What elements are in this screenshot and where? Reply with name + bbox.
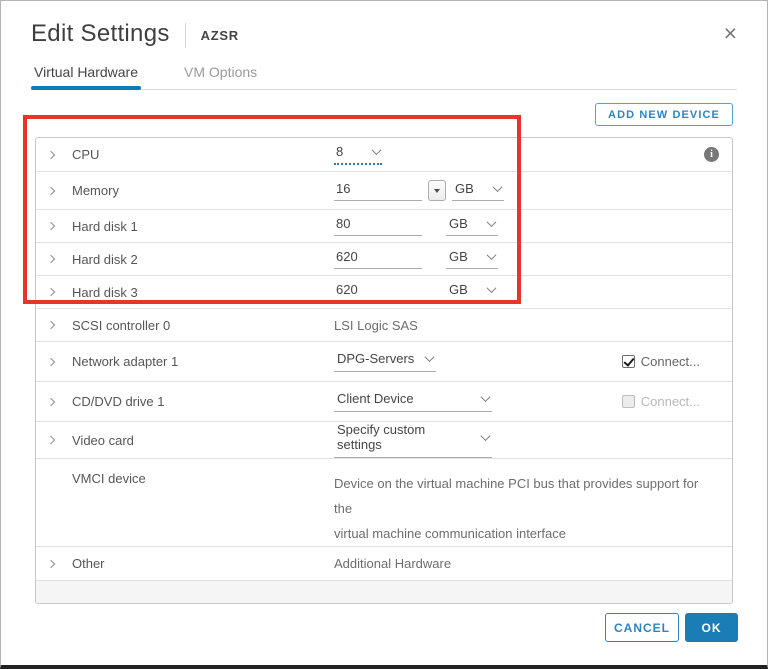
row-label: SCSI controller 0 — [72, 317, 171, 333]
unit-value: GB — [449, 216, 468, 231]
cd-dvd-value: Client Device — [337, 391, 414, 406]
row-hard-disk-2: Hard disk 2 GB — [36, 242, 732, 275]
hard-disk-2-size-input[interactable] — [334, 249, 422, 269]
close-icon[interactable]: × — [724, 21, 737, 45]
vmci-description-line-2: virtual machine communication interface — [334, 526, 566, 541]
network-connect-checkbox[interactable] — [621, 355, 635, 368]
hard-disk-2-unit-select[interactable]: GB — [446, 249, 498, 269]
row-other: Other Additional Hardware — [36, 546, 732, 580]
tab-virtual-hardware[interactable]: Virtual Hardware — [31, 61, 142, 90]
expand-chevron-icon[interactable] — [46, 186, 72, 195]
toolbar: ADD NEW DEVICE — [35, 103, 733, 126]
row-cpu: CPU 8 i — [36, 138, 732, 171]
connect-label: Connect... — [640, 354, 700, 369]
video-card-value: Specify custom settings — [337, 422, 426, 452]
add-new-device-button[interactable]: ADD NEW DEVICE — [595, 103, 733, 126]
memory-unit-select[interactable]: GB — [452, 181, 504, 201]
dialog-footer: CANCEL OK — [1, 613, 767, 665]
memory-size-input[interactable] — [334, 180, 422, 201]
row-label: Hard disk 2 — [72, 251, 138, 267]
chevron-down-icon — [480, 392, 491, 403]
chevron-down-icon — [371, 145, 382, 156]
hard-disk-3-size-input[interactable] — [334, 282, 422, 302]
chevron-down-icon — [480, 430, 491, 441]
connect-label: Connect... — [640, 394, 700, 409]
cpu-count-value: 8 — [336, 144, 344, 159]
expand-chevron-icon[interactable] — [46, 221, 72, 231]
chevron-down-icon — [492, 181, 503, 192]
row-scsi-controller: SCSI controller 0 LSI Logic SAS — [36, 308, 732, 341]
triangle-down-icon — [434, 188, 440, 193]
ok-button[interactable]: OK — [685, 613, 738, 642]
cancel-button[interactable]: CANCEL — [605, 613, 679, 642]
memory-stepper-button[interactable] — [428, 180, 446, 201]
dialog-title: Edit Settings — [31, 20, 170, 47]
hard-disk-1-size-input[interactable] — [334, 216, 422, 236]
video-card-select[interactable]: Specify custom settings — [334, 422, 492, 458]
row-network-adapter: Network adapter 1 DPG-Servers Connect... — [36, 341, 732, 381]
other-value: Additional Hardware — [334, 556, 452, 571]
expand-chevron-icon[interactable] — [46, 150, 72, 159]
hard-disk-3-unit-select[interactable]: GB — [446, 282, 498, 302]
chevron-down-icon — [486, 217, 497, 228]
chevron-down-icon — [486, 250, 497, 261]
cd-dvd-connect-checkbox — [621, 395, 635, 408]
row-vmci-device: VMCI device Device on the virtual machin… — [36, 458, 732, 546]
expand-chevron-icon[interactable] — [46, 320, 72, 330]
tab-vm-options[interactable]: VM Options — [181, 61, 260, 89]
unit-value: GB — [449, 282, 468, 297]
network-value: DPG-Servers — [337, 351, 415, 366]
cd-dvd-connect-group: Connect... — [621, 394, 700, 409]
row-label: Memory — [72, 183, 119, 198]
hardware-table: CPU 8 i Memory GB — [35, 137, 733, 604]
expand-chevron-icon[interactable] — [46, 357, 72, 366]
cd-dvd-select[interactable]: Client Device — [334, 391, 492, 412]
row-label: Other — [72, 556, 105, 571]
expand-chevron-icon[interactable] — [46, 397, 72, 406]
row-label: Hard disk 3 — [72, 284, 138, 300]
vm-name: AZSR — [200, 28, 239, 43]
row-label: CPU — [72, 147, 100, 162]
network-connect-group: Connect... — [621, 354, 700, 369]
memory-unit-value: GB — [455, 180, 474, 196]
table-footer-strip — [36, 580, 732, 603]
expand-chevron-icon[interactable] — [46, 435, 72, 445]
row-hard-disk-1: Hard disk 1 GB — [36, 209, 732, 242]
title-divider — [184, 22, 186, 48]
network-select[interactable]: DPG-Servers — [334, 351, 436, 372]
expand-chevron-icon[interactable] — [46, 559, 72, 568]
expand-chevron-icon[interactable] — [46, 287, 72, 297]
row-label: Hard disk 1 — [72, 218, 138, 234]
row-label: Video card — [72, 432, 134, 448]
row-label: CD/DVD drive 1 — [72, 394, 165, 409]
cpu-count-select[interactable]: 8 — [334, 144, 382, 165]
row-hard-disk-3: Hard disk 3 GB — [36, 275, 732, 308]
unit-value: GB — [449, 249, 468, 264]
row-label: VMCI device — [72, 471, 146, 486]
chevron-down-icon — [424, 352, 435, 363]
info-icon[interactable]: i — [704, 147, 719, 162]
chevron-down-icon — [486, 283, 497, 294]
hard-disk-1-unit-select[interactable]: GB — [446, 216, 498, 236]
scsi-controller-type: LSI Logic SAS — [334, 317, 418, 333]
vmci-description: Device on the virtual machine PCI bus th… — [334, 471, 714, 546]
row-label: Network adapter 1 — [72, 354, 179, 369]
dialog-header: Edit Settings AZSR × — [1, 1, 767, 48]
row-video-card: Video card Specify custom settings — [36, 421, 732, 458]
row-memory: Memory GB — [36, 171, 732, 209]
vmci-description-line-1: Device on the virtual machine PCI bus th… — [334, 476, 699, 516]
row-cd-dvd-drive: CD/DVD drive 1 Client Device Connect... — [36, 381, 732, 421]
expand-chevron-icon[interactable] — [46, 254, 72, 264]
edit-settings-dialog: Edit Settings AZSR × Virtual Hardware VM… — [0, 0, 768, 669]
tab-bar: Virtual Hardware VM Options — [31, 61, 737, 90]
